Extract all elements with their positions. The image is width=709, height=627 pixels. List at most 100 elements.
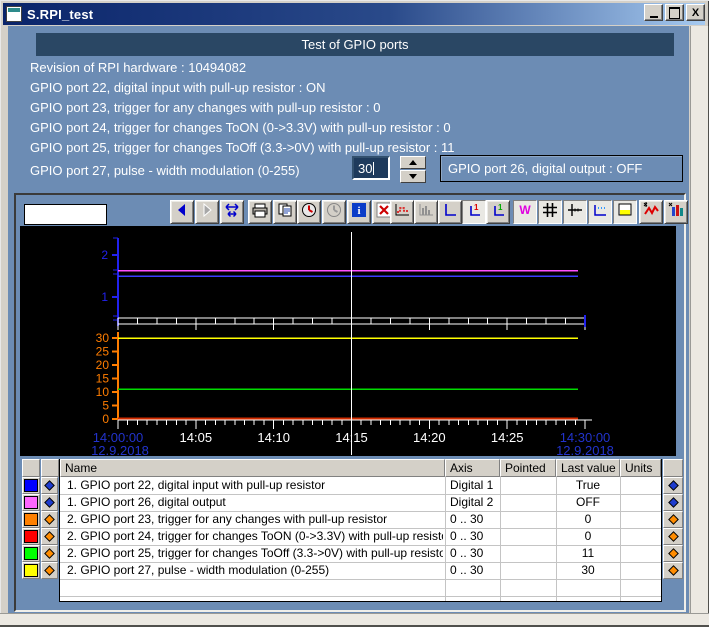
clock-disabled-icon <box>326 202 342 223</box>
chart-bar-style-button[interactable] <box>664 200 688 224</box>
trend-chart[interactable]: 2130252015105014:00:0014:0514:1014:1514:… <box>20 226 676 456</box>
series-last-value: 30 <box>557 562 619 579</box>
series-name[interactable]: 2. GPIO port 23, trigger for any changes… <box>62 511 443 528</box>
back-button[interactable] <box>170 200 194 224</box>
axis-red-1-button[interactable]: 1 <box>462 200 486 224</box>
axis-plain-button[interactable] <box>438 200 462 224</box>
close-icon: X <box>692 7 699 20</box>
info-line-gpio25: GPIO port 25, trigger for changes ToOff … <box>30 140 455 156</box>
info-button[interactable]: i <box>347 200 371 224</box>
right-marker-column-header[interactable] <box>663 459 683 477</box>
stepped-curve-button[interactable] <box>390 200 414 224</box>
series-name[interactable]: 2. GPIO port 25, trigger for changes ToO… <box>62 545 443 562</box>
chart-line-style-button[interactable] <box>639 200 663 224</box>
print-button[interactable] <box>248 200 272 224</box>
grid-line <box>60 579 661 580</box>
window-title: S.RPI_test <box>27 7 93 22</box>
curves-icon: W <box>517 202 533 223</box>
diamond-icon <box>667 547 680 560</box>
minimize-icon <box>650 16 658 18</box>
close-button[interactable]: X <box>686 4 705 21</box>
series-marker-button-right[interactable] <box>663 562 683 579</box>
spinner-down-button[interactable] <box>400 170 426 183</box>
series-marker-button-right[interactable] <box>663 511 683 528</box>
legend-panel-button[interactable] <box>613 200 637 224</box>
svg-text:5: 5 <box>102 399 109 413</box>
series-color-swatch[interactable] <box>22 545 40 562</box>
info-icon: i <box>351 202 367 223</box>
axis-dots-button[interactable] <box>588 200 612 224</box>
series-color-swatch[interactable] <box>22 477 40 494</box>
copy-button[interactable] <box>273 200 297 224</box>
chart-line-style-icon <box>642 201 660 223</box>
series-pointed <box>501 494 555 511</box>
curves-button[interactable]: W <box>513 200 537 224</box>
crosshair-button[interactable] <box>563 200 587 224</box>
series-marker-button[interactable] <box>41 511 58 528</box>
fit-width-button[interactable] <box>220 200 244 224</box>
clock-disabled-button[interactable] <box>322 200 346 224</box>
clock-button[interactable] <box>297 200 321 224</box>
pwm-value-input[interactable]: 30 <box>352 156 390 180</box>
maximize-button[interactable] <box>665 4 684 21</box>
info-line-gpio27: GPIO port 27, pulse - width modulation (… <box>30 163 300 179</box>
svg-text:14:10: 14:10 <box>257 430 290 445</box>
series-axis: 0 .. 30 <box>446 545 499 562</box>
series-marker-button[interactable] <box>41 477 58 494</box>
series-color-swatch[interactable] <box>22 494 40 511</box>
color-column-header[interactable] <box>22 459 40 477</box>
toolbar-text-field[interactable] <box>24 204 107 225</box>
marker-column-header[interactable] <box>41 459 59 477</box>
series-color-swatch[interactable] <box>22 528 40 545</box>
series-marker-button[interactable] <box>41 494 58 511</box>
series-marker-button[interactable] <box>41 545 58 562</box>
spinner-up-button[interactable] <box>400 156 426 169</box>
series-name[interactable]: 1. GPIO port 26, digital output <box>62 494 443 511</box>
histogram-button[interactable] <box>414 200 438 224</box>
minimize-button[interactable] <box>644 4 663 21</box>
series-units <box>621 562 660 579</box>
series-axis: Digital 2 <box>446 494 499 511</box>
series-color-swatch[interactable] <box>22 562 40 579</box>
grid-button[interactable] <box>538 200 562 224</box>
stepped-curve-icon <box>393 202 411 223</box>
svg-text:0: 0 <box>102 412 109 426</box>
diamond-icon <box>667 479 680 492</box>
series-units <box>621 545 660 562</box>
series-last-value: 0 <box>557 511 619 528</box>
series-last-value: True <box>557 477 619 494</box>
name-column-header[interactable]: Name <box>60 459 445 477</box>
series-units <box>621 511 660 528</box>
copy-icon <box>277 202 293 223</box>
series-marker-button-right[interactable] <box>663 477 683 494</box>
axis-green-1-button[interactable]: 1 <box>486 200 510 224</box>
title-bar[interactable]: S.RPI_test <box>3 3 705 25</box>
series-marker-button-right[interactable] <box>663 494 683 511</box>
svg-text:14:25: 14:25 <box>491 430 524 445</box>
series-pointed <box>501 545 555 562</box>
series-marker-button[interactable] <box>41 528 58 545</box>
series-marker-button-right[interactable] <box>663 545 683 562</box>
series-marker-button-right[interactable] <box>663 528 683 545</box>
pointed-column-header[interactable]: Pointed <box>500 459 556 477</box>
series-name[interactable]: 2. GPIO port 24, trigger for changes ToO… <box>62 528 443 545</box>
last-value-column-header[interactable]: Last value <box>556 459 620 477</box>
series-pointed <box>501 511 555 528</box>
app-icon <box>6 6 22 22</box>
color-square <box>24 564 38 577</box>
svg-text:10: 10 <box>96 385 110 399</box>
axis-column-header[interactable]: Axis <box>445 459 500 477</box>
series-name[interactable]: 2. GPIO port 27, pulse - width modulatio… <box>62 562 443 579</box>
series-name[interactable]: 1. GPIO port 22, digital input with pull… <box>62 477 443 494</box>
forward-button[interactable] <box>195 200 219 224</box>
diamond-icon <box>43 479 56 492</box>
svg-text:12.9.2018: 12.9.2018 <box>91 443 149 456</box>
signals-table: NameAxisPointedLast valueUnits 1. GPIO po… <box>22 459 683 603</box>
series-units <box>621 494 660 511</box>
window-frame-right <box>690 26 709 627</box>
series-marker-button[interactable] <box>41 562 58 579</box>
fit-width-icon <box>223 202 241 223</box>
units-column-header[interactable]: Units <box>620 459 661 477</box>
series-color-swatch[interactable] <box>22 511 40 528</box>
grid-line <box>60 596 661 597</box>
